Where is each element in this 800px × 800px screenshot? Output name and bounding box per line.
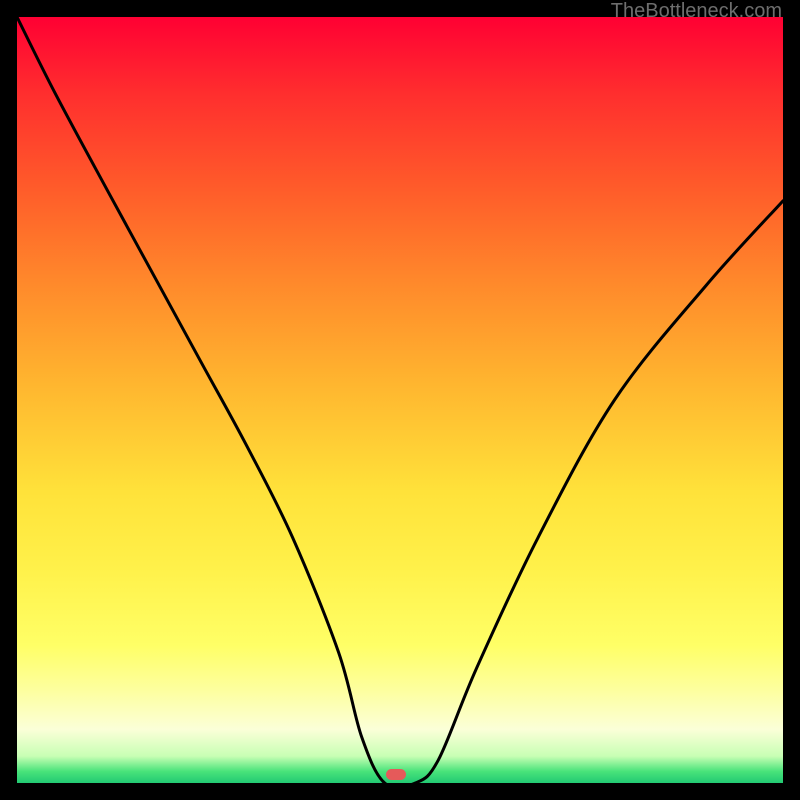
plot-background bbox=[17, 17, 783, 783]
bottleneck-chart: TheBottleneck.com bbox=[0, 0, 800, 800]
optimal-marker bbox=[386, 769, 406, 780]
attribution-watermark: TheBottleneck.com bbox=[611, 0, 782, 23]
